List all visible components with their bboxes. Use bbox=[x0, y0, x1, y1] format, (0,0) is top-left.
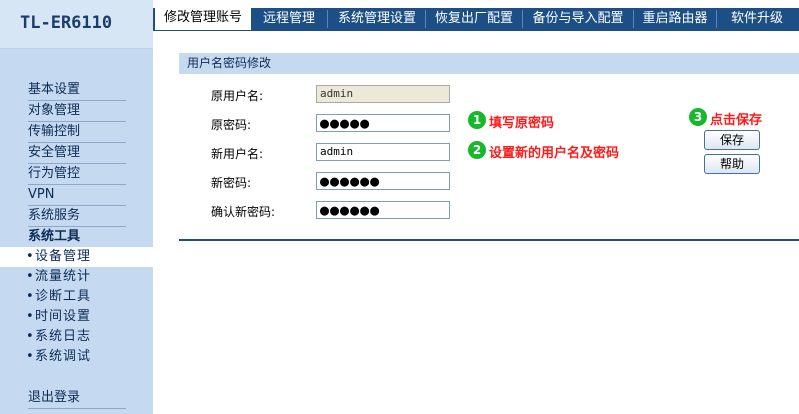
orig-username-field: admin bbox=[316, 85, 450, 103]
brand-logo-text: TL-ER6110 bbox=[20, 13, 113, 33]
step-1-annotation: 填写原密码 bbox=[489, 116, 555, 131]
sidebar-item-vpn[interactable]: VPN bbox=[28, 185, 126, 206]
sidebar-item-logout[interactable]: 退出登录 bbox=[28, 388, 126, 409]
tab-underline bbox=[153, 30, 799, 31]
new-password-field[interactable]: ●●●●●● bbox=[316, 172, 450, 190]
new-password-label: 新密码: bbox=[211, 176, 252, 190]
tab-remote-management[interactable]: 远程管理 bbox=[254, 8, 324, 30]
sidebar-item-transmission-control[interactable]: 传输控制 bbox=[28, 122, 126, 143]
new-username-label: 新用户名: bbox=[211, 147, 264, 161]
step-1-badge: 1 bbox=[468, 111, 486, 129]
sidebar-subitem-traffic-stats[interactable]: • 流量统计 bbox=[0, 267, 153, 287]
orig-password-field[interactable]: ●●●●● bbox=[316, 114, 450, 132]
sidebar-subitem-label: 时间设置 bbox=[35, 309, 92, 324]
tab-separator bbox=[425, 10, 426, 28]
tab-separator bbox=[522, 10, 523, 28]
tab-separator bbox=[716, 10, 717, 28]
sidebar-subitem-system-debug[interactable]: • 系统调试 bbox=[0, 347, 153, 367]
sidebar-subitem-label: 流量统计 bbox=[35, 269, 92, 284]
step-2-badge: 2 bbox=[468, 141, 486, 159]
confirm-password-field[interactable]: ●●●●●● bbox=[316, 201, 450, 219]
orig-username-label: 原用户名: bbox=[211, 89, 264, 103]
brand-header: TL-ER6110 bbox=[0, 0, 153, 49]
tab-backup-import-config[interactable]: 备份与导入配置 bbox=[524, 8, 632, 30]
sidebar-item-behavior-control[interactable]: 行为管控 bbox=[28, 164, 126, 185]
section-header: 用户名密码修改 bbox=[179, 53, 799, 74]
bullet: • bbox=[26, 269, 34, 284]
bullet: • bbox=[26, 309, 34, 324]
sidebar-subitem-device-management[interactable]: • 设备管理 bbox=[0, 247, 153, 267]
save-button[interactable]: 保存 bbox=[704, 130, 760, 150]
sidebar-item-security-management[interactable]: 安全管理 bbox=[28, 143, 126, 164]
tab-bar: 修改管理账号 远程管理 系统管理设置 恢复出厂配置 备份与导入配置 重启路由器 … bbox=[153, 0, 799, 30]
bullet: • bbox=[26, 289, 34, 304]
sidebar-subitem-label: 系统调试 bbox=[35, 349, 92, 364]
bullet: • bbox=[26, 249, 34, 264]
tab-reboot-router[interactable]: 重启路由器 bbox=[635, 8, 715, 30]
sidebar-item-system-tools[interactable]: 系统工具 bbox=[28, 227, 126, 248]
tab-system-management-settings[interactable]: 系统管理设置 bbox=[330, 8, 424, 30]
tab-separator bbox=[633, 10, 634, 28]
step-3-badge: 3 bbox=[689, 108, 707, 126]
tab-separator bbox=[327, 10, 328, 28]
bullet: • bbox=[26, 329, 34, 344]
sidebar: TL-ER6110 基本设置 对象管理 传输控制 安全管理 行为管控 VPN 系… bbox=[0, 0, 153, 414]
sidebar-subitem-label: 系统日志 bbox=[35, 329, 92, 344]
sidebar-subitem-time-settings[interactable]: • 时间设置 bbox=[0, 307, 153, 327]
tab-firmware-upgrade[interactable]: 软件升级 bbox=[718, 8, 796, 30]
section-divider bbox=[179, 239, 799, 241]
sidebar-item-object-management[interactable]: 对象管理 bbox=[28, 101, 126, 122]
sidebar-subitem-diagnostic-tools[interactable]: • 诊断工具 bbox=[0, 287, 153, 307]
help-button[interactable]: 帮助 bbox=[704, 154, 760, 174]
tab-change-admin-account[interactable]: 修改管理账号 bbox=[155, 5, 251, 30]
bullet: • bbox=[26, 349, 34, 364]
sidebar-item-system-services[interactable]: 系统服务 bbox=[28, 206, 126, 227]
sidebar-item-basic-settings[interactable]: 基本设置 bbox=[28, 80, 126, 101]
new-username-field[interactable]: admin bbox=[316, 143, 450, 161]
sidebar-subitem-system-log[interactable]: • 系统日志 bbox=[0, 327, 153, 347]
tab-factory-reset[interactable]: 恢复出厂配置 bbox=[427, 8, 521, 30]
step-3-annotation: 点击保存 bbox=[710, 113, 763, 128]
confirm-password-label: 确认新密码: bbox=[211, 205, 276, 219]
section-title: 用户名密码修改 bbox=[187, 56, 272, 70]
sidebar-subitem-label: 设备管理 bbox=[35, 249, 92, 264]
sidebar-subitem-label: 诊断工具 bbox=[35, 289, 92, 304]
step-2-annotation: 设置新的用户名及密码 bbox=[489, 146, 620, 161]
orig-password-label: 原密码: bbox=[211, 118, 252, 132]
